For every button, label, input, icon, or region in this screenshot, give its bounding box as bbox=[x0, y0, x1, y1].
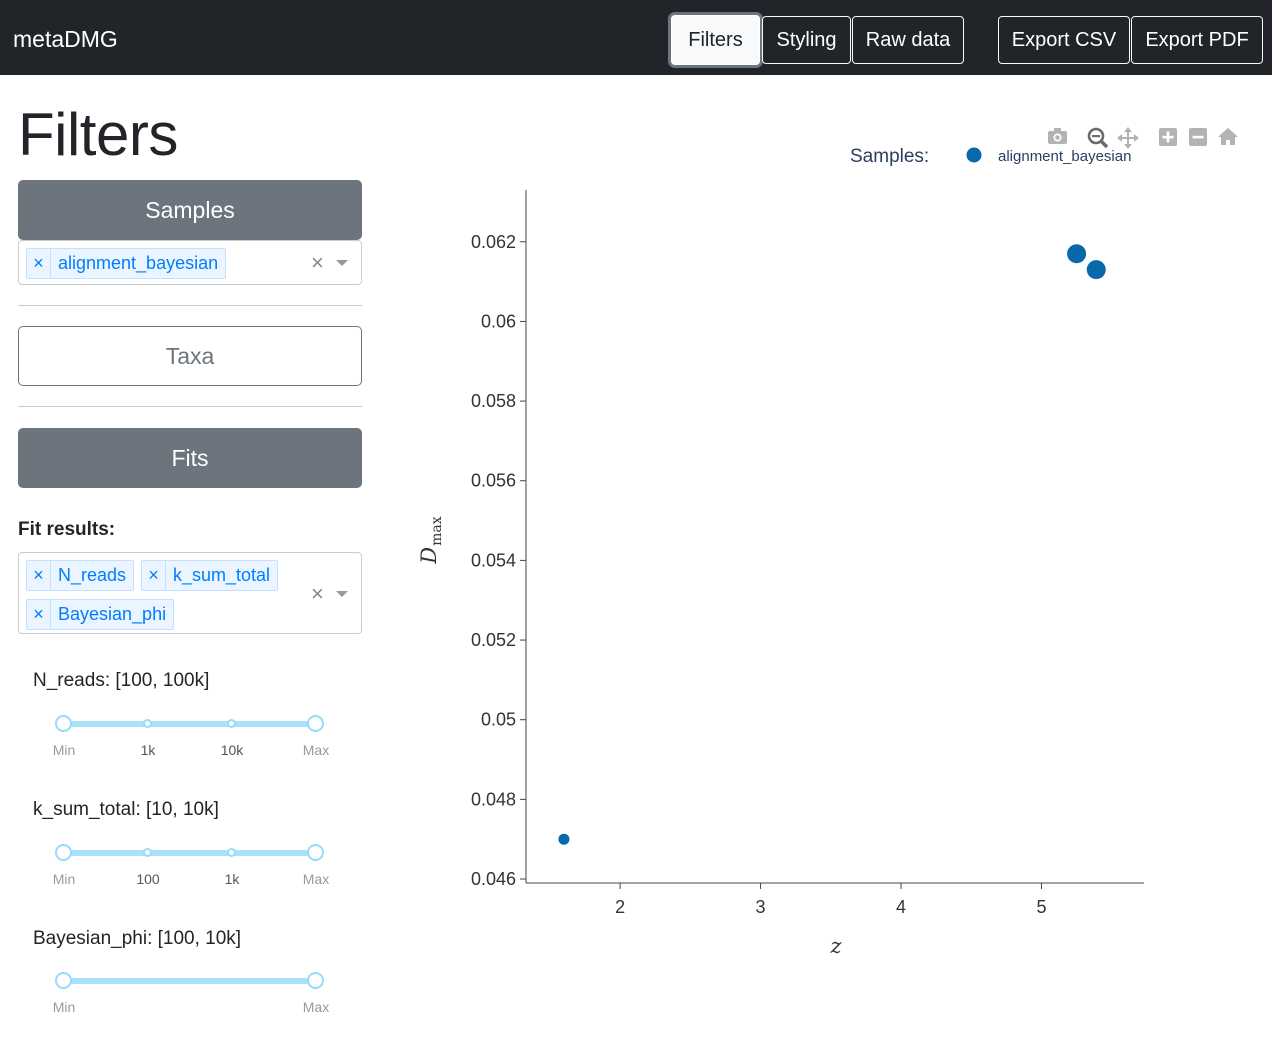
legend-title: Samples: bbox=[850, 146, 929, 167]
chevron-down-icon[interactable] bbox=[336, 260, 348, 266]
remove-tag-icon[interactable]: × bbox=[27, 561, 51, 590]
y-tick-label: 0.062 bbox=[471, 232, 516, 252]
y-tick-label: 0.05 bbox=[481, 710, 516, 730]
remove-tag-icon[interactable]: × bbox=[27, 600, 51, 629]
x-tick-label: 5 bbox=[1036, 897, 1046, 917]
k-sum-total-slider-label: k_sum_total: [10, 10k] bbox=[33, 799, 219, 820]
data-point[interactable] bbox=[1086, 260, 1106, 280]
data-point[interactable] bbox=[558, 833, 570, 845]
zoom-out-icon[interactable] bbox=[1189, 128, 1207, 146]
fits-toggle-button[interactable]: Fits bbox=[18, 428, 362, 488]
slider-track[interactable] bbox=[64, 978, 316, 984]
samples-multiselect[interactable]: × alignment_bayesian × bbox=[18, 240, 362, 285]
fit-result-tag[interactable]: × k_sum_total bbox=[141, 560, 279, 591]
chevron-down-icon[interactable] bbox=[336, 591, 348, 597]
slider-mark-dot bbox=[227, 719, 236, 728]
slider-max-handle[interactable] bbox=[307, 844, 324, 861]
tab-styling[interactable]: Styling bbox=[762, 16, 851, 64]
taxa-toggle-button[interactable]: Taxa bbox=[18, 326, 362, 386]
scatter-chart[interactable]: Samples: alignment_bayesian 0.0460.0480.… bbox=[400, 90, 1260, 990]
x-tick-label: 3 bbox=[756, 897, 766, 917]
top-navbar: metaDMG Filters Styling Raw data Export … bbox=[0, 0, 1272, 75]
slider-max-handle[interactable] bbox=[307, 715, 324, 732]
pan-icon[interactable] bbox=[1117, 127, 1139, 149]
clear-icon[interactable]: × bbox=[311, 250, 324, 276]
y-tick-label: 0.054 bbox=[471, 550, 516, 570]
sample-tag[interactable]: × alignment_bayesian bbox=[26, 248, 227, 279]
fit-result-tag[interactable]: × Bayesian_phi bbox=[26, 599, 175, 630]
x-axis-ticks: 2 3 4 5 bbox=[615, 883, 1046, 917]
legend: Samples: alignment_bayesian bbox=[850, 146, 1131, 167]
slider-mark-label: 1k bbox=[140, 742, 156, 758]
fit-result-tag[interactable]: × N_reads bbox=[26, 560, 135, 591]
tab-filters[interactable]: Filters bbox=[671, 15, 760, 65]
slider-mark-label: Max bbox=[302, 871, 330, 887]
y-axis-title: Dmax bbox=[417, 516, 445, 564]
slider-min-handle[interactable] bbox=[55, 844, 72, 861]
y-tick-label: 0.046 bbox=[471, 869, 516, 889]
data-point[interactable] bbox=[1067, 244, 1087, 264]
zoom-icon[interactable] bbox=[1087, 127, 1109, 149]
y-tick-label: 0.058 bbox=[471, 391, 516, 411]
slider-track[interactable] bbox=[64, 721, 316, 727]
slider-mark-dot bbox=[143, 848, 152, 857]
data-points[interactable] bbox=[558, 244, 1106, 845]
slider-mark-label: 10k bbox=[220, 742, 244, 758]
modebar bbox=[1048, 127, 1238, 149]
y-tick-label: 0.06 bbox=[481, 311, 516, 331]
fit-results-label: Fit results: bbox=[18, 519, 116, 540]
y-tick-label: 0.048 bbox=[471, 789, 516, 809]
app-brand[interactable]: metaDMG bbox=[13, 26, 118, 53]
slider-min-handle[interactable] bbox=[55, 715, 72, 732]
x-tick-label: 2 bbox=[615, 897, 625, 917]
remove-tag-icon[interactable]: × bbox=[142, 561, 166, 590]
slider-mark-label: Max bbox=[302, 999, 330, 1015]
x-axis-title: z bbox=[829, 934, 842, 958]
slider-max-handle[interactable] bbox=[307, 972, 324, 989]
slider-mark-label: Min bbox=[52, 871, 76, 887]
slider-mark-dot bbox=[143, 719, 152, 728]
camera-icon[interactable] bbox=[1048, 128, 1067, 144]
n-reads-slider-label: N_reads: [100, 100k] bbox=[33, 670, 210, 691]
divider bbox=[18, 406, 362, 407]
slider-mark-dot bbox=[227, 848, 236, 857]
home-icon[interactable] bbox=[1218, 128, 1238, 145]
export-pdf-button[interactable]: Export PDF bbox=[1131, 16, 1263, 64]
fit-results-multiselect[interactable]: × N_reads × k_sum_total × Bayesian_phi × bbox=[18, 552, 362, 634]
x-tick-label: 4 bbox=[896, 897, 906, 917]
export-csv-button[interactable]: Export CSV bbox=[998, 16, 1130, 64]
remove-tag-icon[interactable]: × bbox=[27, 249, 51, 278]
zoom-in-icon[interactable] bbox=[1159, 128, 1177, 146]
y-tick-label: 0.052 bbox=[471, 630, 516, 650]
slider-mark-label: 100 bbox=[136, 871, 160, 887]
legend-entry-label[interactable]: alignment_bayesian bbox=[998, 148, 1131, 165]
samples-toggle-button[interactable]: Samples bbox=[18, 180, 362, 240]
clear-icon[interactable]: × bbox=[311, 581, 324, 607]
legend-marker[interactable] bbox=[966, 147, 982, 163]
divider bbox=[18, 305, 362, 306]
y-tick-label: 0.056 bbox=[471, 471, 516, 491]
slider-mark-label: Min bbox=[52, 742, 76, 758]
slider-mark-label: 1k bbox=[224, 871, 240, 887]
page-title: Filters bbox=[18, 101, 178, 168]
tab-raw-data[interactable]: Raw data bbox=[852, 16, 964, 64]
slider-track[interactable] bbox=[64, 850, 316, 856]
bayesian-phi-slider-label: Bayesian_phi: [100, 10k] bbox=[33, 928, 242, 949]
y-axis-ticks: 0.046 0.048 0.05 0.052 0.054 0.056 0.058 0.06 0.… bbox=[471, 232, 526, 889]
slider-min-handle[interactable] bbox=[55, 972, 72, 989]
slider-mark-label: Min bbox=[52, 999, 76, 1015]
slider-mark-label: Max bbox=[302, 742, 330, 758]
